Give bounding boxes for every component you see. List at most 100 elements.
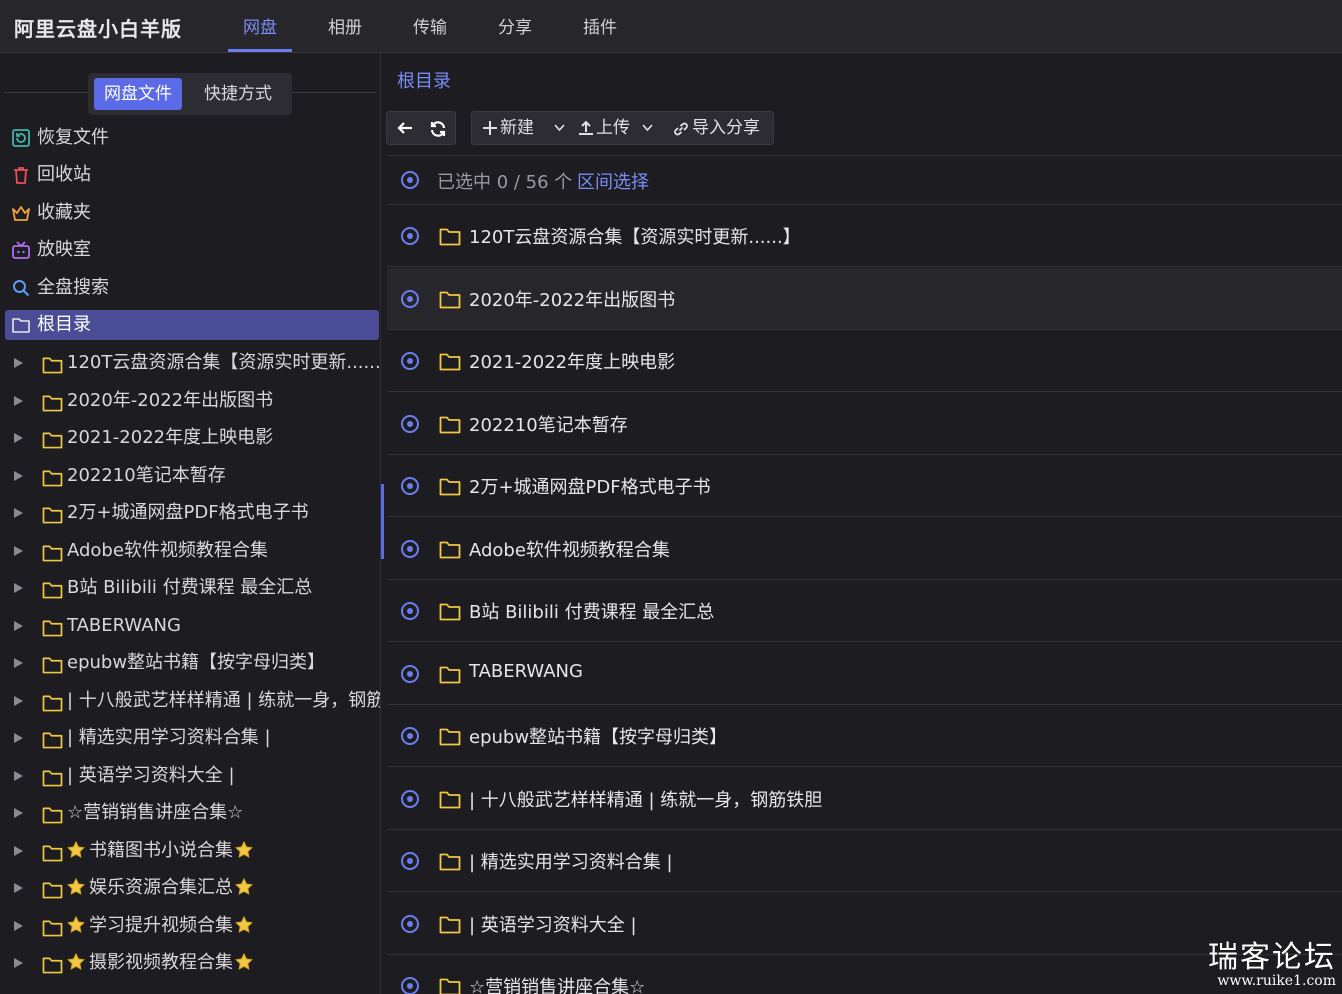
file-name: | 英语学习资料大全 |: [469, 914, 637, 936]
sidebar-item-favorites[interactable]: 收藏夹: [5, 198, 379, 228]
app-title: 阿里云盘小白羊版: [14, 17, 182, 41]
breadcrumb[interactable]: 根目录: [397, 67, 451, 93]
row-select-radio[interactable]: [401, 414, 419, 433]
star-icon: [67, 915, 85, 936]
row-select-radio[interactable]: [401, 539, 419, 558]
tree-item-label: 摄影视频教程合集: [67, 948, 253, 978]
file-row[interactable]: 2万+城通网盘PDF格式电子书: [387, 455, 1342, 517]
sidebar-item-label: 恢复文件: [37, 127, 109, 148]
back-button[interactable]: [387, 112, 421, 144]
file-row[interactable]: B站 Bilibili 付费课程 最全汇总: [387, 580, 1342, 642]
folder-icon: [42, 467, 63, 486]
star-icon: [67, 840, 85, 861]
tree-item[interactable]: 2万+城通网盘PDF格式电子书: [0, 498, 380, 528]
file-row[interactable]: | 精选实用学习资料合集 |: [387, 830, 1342, 892]
tab-netdisk[interactable]: 网盘: [218, 0, 302, 52]
folder-icon: [42, 804, 63, 824]
row-select-radio[interactable]: [401, 289, 419, 308]
select-all-radio[interactable]: [401, 171, 419, 189]
file-row[interactable]: epubw整站书籍【按字母归类】: [387, 705, 1342, 767]
tree-item[interactable]: ☆营销销售讲座合集☆: [0, 798, 380, 828]
tree-item[interactable]: | 精选实用学习资料合集 |: [0, 723, 380, 753]
folder-icon: [42, 542, 63, 561]
file-row[interactable]: Adobe软件视频教程合集: [387, 518, 1342, 580]
tree-item-label: Adobe软件视频教程合集: [67, 539, 268, 561]
expand-arrow-icon[interactable]: [14, 883, 23, 893]
file-row[interactable]: 202210笔记本暂存: [387, 393, 1342, 455]
tree-item[interactable]: TABERWANG: [0, 611, 380, 641]
row-select-radio[interactable]: [401, 727, 419, 745]
expand-arrow-icon[interactable]: [14, 920, 23, 931]
file-name: | 精选实用学习资料合集 |: [469, 852, 673, 873]
sidebar-item-root[interactable]: 根目录: [5, 310, 379, 340]
star-icon: [67, 952, 85, 973]
tree-item[interactable]: | 英语学习资料大全 |: [0, 761, 380, 791]
expand-arrow-icon[interactable]: [14, 470, 23, 481]
expand-arrow-icon[interactable]: [14, 845, 23, 856]
tree-item[interactable]: B站 Bilibili 付费课程 最全汇总: [0, 573, 380, 603]
segment-shortcuts[interactable]: 快捷方式: [194, 78, 282, 110]
expand-arrow-icon[interactable]: [14, 508, 23, 518]
tree-item[interactable]: 2021-2022年度上映电影: [0, 423, 380, 453]
refresh-button[interactable]: [421, 112, 455, 144]
tree-item[interactable]: 学习提升视频合集: [0, 911, 380, 941]
tree-item[interactable]: 摄影视频教程合集: [0, 948, 380, 978]
row-select-radio[interactable]: [401, 477, 419, 495]
expand-arrow-icon[interactable]: [14, 658, 23, 668]
sidebar-item-restore[interactable]: 恢复文件: [5, 123, 379, 153]
tree-item[interactable]: 2020年-2022年出版图书: [0, 386, 380, 416]
plus-icon: [483, 121, 497, 135]
tab-transfer[interactable]: 传输: [388, 0, 472, 52]
tab-plugins[interactable]: 插件: [558, 0, 642, 52]
file-name: 2020年-2022年出版图书: [469, 289, 676, 311]
row-select-radio[interactable]: [401, 789, 419, 808]
file-row[interactable]: ☆营销销售讲座合集☆: [387, 955, 1342, 994]
file-row[interactable]: | 十八般武艺样样精通 | 练就一身，钢筋铁胆: [387, 768, 1342, 830]
row-select-radio[interactable]: [401, 664, 419, 683]
row-select-radio[interactable]: [401, 602, 419, 620]
expand-arrow-icon[interactable]: [14, 545, 23, 556]
import-share-button[interactable]: 导入分享: [670, 112, 770, 144]
expand-arrow-icon[interactable]: [14, 395, 23, 406]
folder-icon: [439, 790, 461, 809]
expand-arrow-icon[interactable]: [14, 808, 23, 818]
tab-share[interactable]: 分享: [473, 0, 557, 52]
tree-item[interactable]: Adobe软件视频教程合集: [0, 536, 380, 566]
expand-arrow-icon[interactable]: [14, 433, 23, 443]
file-row[interactable]: 2021-2022年度上映电影: [387, 330, 1342, 392]
folder-icon: [439, 352, 461, 371]
expand-arrow-icon[interactable]: [14, 583, 23, 593]
tab-album[interactable]: 相册: [303, 0, 387, 52]
sidebar-item-recycle[interactable]: 回收站: [5, 160, 379, 190]
file-row[interactable]: | 英语学习资料大全 |: [387, 893, 1342, 955]
expand-arrow-icon[interactable]: [14, 733, 23, 743]
tree-item[interactable]: 书籍图书小说合集: [0, 836, 380, 866]
tree-item[interactable]: 120T云盘资源合集【资源实时更新......】: [0, 348, 380, 378]
folder-icon: [42, 504, 63, 524]
expand-arrow-icon[interactable]: [14, 770, 23, 781]
tree-item[interactable]: 娱乐资源合集汇总: [0, 873, 380, 903]
segment-netdisk-files[interactable]: 网盘文件: [94, 78, 182, 110]
tree-item[interactable]: | 十八般武艺样样精通 | 练就一身，钢筋铁胆: [0, 686, 380, 716]
tree-item[interactable]: 202210笔记本暂存: [0, 461, 380, 491]
new-button[interactable]: 新建: [480, 112, 572, 144]
row-select-radio[interactable]: [401, 352, 419, 370]
expand-arrow-icon[interactable]: [14, 695, 23, 706]
folder-icon: [42, 654, 63, 674]
file-row[interactable]: TABERWANG: [387, 643, 1342, 705]
sidebar-item-search[interactable]: 全盘搜索: [5, 273, 379, 303]
expand-arrow-icon[interactable]: [14, 358, 23, 368]
upload-button[interactable]: 上传: [576, 112, 664, 144]
expand-arrow-icon[interactable]: [14, 958, 23, 968]
row-select-radio[interactable]: [401, 977, 419, 994]
row-select-radio[interactable]: [401, 852, 419, 870]
tree-item[interactable]: epubw整站书籍【按字母归类】: [0, 648, 380, 678]
range-select-link[interactable]: 区间选择: [577, 168, 649, 194]
row-select-radio[interactable]: [401, 227, 419, 245]
sidebar-item-screening[interactable]: 放映室: [5, 235, 379, 265]
action-button-group: 新建 上传 导入分享: [471, 111, 774, 145]
file-row[interactable]: 2020年-2022年出版图书: [387, 267, 1342, 330]
file-row[interactable]: 120T云盘资源合集【资源实时更新......】: [387, 205, 1342, 267]
row-select-radio[interactable]: [401, 914, 419, 933]
expand-arrow-icon[interactable]: [14, 620, 23, 631]
